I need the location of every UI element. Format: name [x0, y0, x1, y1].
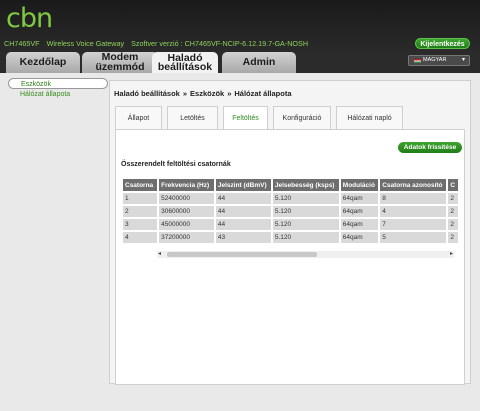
col-header: Jelszint (dBmV) — [215, 179, 271, 191]
table-cell: 64qam — [340, 219, 379, 230]
refresh-data-button[interactable]: Adatok frissítése — [398, 142, 462, 153]
tab-admin[interactable]: Admin — [222, 52, 296, 73]
table-cell: 8 — [380, 193, 447, 204]
breadcrumb-item[interactable]: Eszközök — [190, 89, 224, 98]
table-cell: 2 — [448, 193, 458, 204]
breadcrumb: Haladó beállítások» Eszközök» Hálózat álla… — [114, 89, 292, 98]
table-cell: 2 — [448, 219, 458, 230]
product-name: Wireless Voice Gateway — [46, 39, 125, 48]
model-name: CH7465VF — [4, 39, 40, 48]
table-cell: 1 — [123, 193, 158, 204]
sidebar-item-network-status[interactable]: Hálózat állapota — [8, 89, 108, 100]
table-cell: 7 — [380, 219, 447, 230]
table-row: 1 52400000 44 5.120 64qam 8 2 — [123, 193, 458, 204]
main-panel: Haladó beállítások» Eszközök» Hálózat álla… — [109, 80, 471, 385]
table-cell: 44 — [215, 193, 271, 204]
table-cell: 64qam — [340, 206, 379, 217]
table-cell: 45000000 — [159, 219, 214, 230]
device-info: CH7465VF Wireless Voice Gateway Szoftver… — [4, 39, 313, 48]
table-cell: 43 — [215, 232, 271, 243]
upload-panel: Adatok frissítése Összerendelt feltöltés… — [115, 129, 465, 385]
table-cell: 4 — [123, 232, 158, 243]
breadcrumb-separator: » — [182, 89, 188, 98]
tab-home[interactable]: Kezdőlap — [6, 52, 80, 73]
software-version: Szoftver verzió : CH7465VF-NCIP-6.12.19.… — [131, 39, 309, 48]
subtab-download[interactable]: Letöltés — [167, 106, 218, 130]
subtab-configuration[interactable]: Konfiguráció — [273, 106, 331, 130]
col-header: C — [448, 179, 458, 191]
scroll-right-icon[interactable]: ▸ — [450, 250, 453, 257]
subtab-status[interactable]: Állapot — [115, 106, 162, 130]
table-cell: 5 — [380, 232, 447, 243]
table-cell: 64qam — [340, 193, 379, 204]
section-title: Összerendelt feltöltési csatornák — [121, 161, 231, 168]
table-row: 4 37200000 43 5.120 64qam 5 2 — [123, 232, 458, 243]
table-cell: 64qam — [340, 232, 379, 243]
breadcrumb-separator: » — [227, 89, 232, 98]
col-header: Jelsebesség (ksps) — [272, 179, 339, 191]
scroll-left-icon[interactable]: ◂ — [158, 250, 161, 257]
table-cell: 2 — [448, 206, 458, 217]
chevron-down-icon: ▾ — [461, 57, 465, 63]
breadcrumb-item[interactable]: Haladó beállítások — [114, 89, 180, 98]
language-label: MAGYAR — [423, 57, 447, 63]
table-cell: 3 — [123, 219, 158, 230]
scrollbar-thumb[interactable] — [167, 252, 317, 257]
table-row: 2 30600000 44 5.120 64qam 4 2 — [123, 206, 458, 217]
sidebar: Eszközök Hálózat állapota — [8, 78, 108, 100]
table-cell: 2 — [448, 232, 458, 243]
header: cbn CH7465VF Wireless Voice Gateway Szof… — [0, 0, 480, 52]
table-cell: 5.120 — [272, 206, 339, 217]
table-row: 3 45000000 44 5.120 64qam 7 2 — [123, 219, 458, 230]
col-header: Frekvencia (Hz) — [159, 179, 214, 191]
language-select[interactable]: MAGYAR ▾ — [408, 55, 470, 66]
sidebar-item-devices[interactable]: Eszközök — [8, 78, 108, 89]
table-cell: 44 — [215, 206, 271, 217]
col-header: Moduláció — [340, 179, 379, 191]
table-header-row: Csatorna Frekvencia (Hz) Jelszint (dBmV)… — [123, 179, 458, 191]
logo: cbn — [6, 3, 53, 34]
table-cell: 4 — [380, 206, 447, 217]
upstream-channel-table: Csatorna Frekvencia (Hz) Jelszint (dBmV)… — [121, 177, 460, 245]
table-cell: 30600000 — [159, 206, 214, 217]
upstream-channel-table-wrap: Csatorna Frekvencia (Hz) Jelszint (dBmV)… — [121, 177, 460, 247]
table-cell: 52400000 — [159, 193, 214, 204]
col-header: Csatorna azonosító — [380, 179, 447, 191]
main-nav: Kezdőlap Modem üzemmód Haladó beállításo… — [0, 52, 480, 74]
horizontal-scrollbar[interactable]: ◂ ▸ — [157, 251, 454, 258]
subtab-network-log[interactable]: Hálózati napló — [336, 106, 403, 130]
table-cell: 5.120 — [272, 193, 339, 204]
table-cell: 37200000 — [159, 232, 214, 243]
table-cell: 5.120 — [272, 219, 339, 230]
breadcrumb-item-current: Hálózat állapota — [234, 89, 292, 98]
table-cell: 5.120 — [272, 232, 339, 243]
tab-advanced-settings[interactable]: Haladó beállítások — [152, 52, 218, 74]
tab-modem-mode[interactable]: Modem üzemmód — [82, 52, 158, 73]
table-cell: 44 — [215, 219, 271, 230]
col-header: Csatorna — [123, 179, 158, 191]
table-cell: 2 — [123, 206, 158, 217]
flag-icon — [414, 59, 421, 63]
subtab-upload[interactable]: Feltöltés — [223, 106, 268, 130]
logout-button[interactable]: Kijelentkezés — [415, 38, 470, 49]
